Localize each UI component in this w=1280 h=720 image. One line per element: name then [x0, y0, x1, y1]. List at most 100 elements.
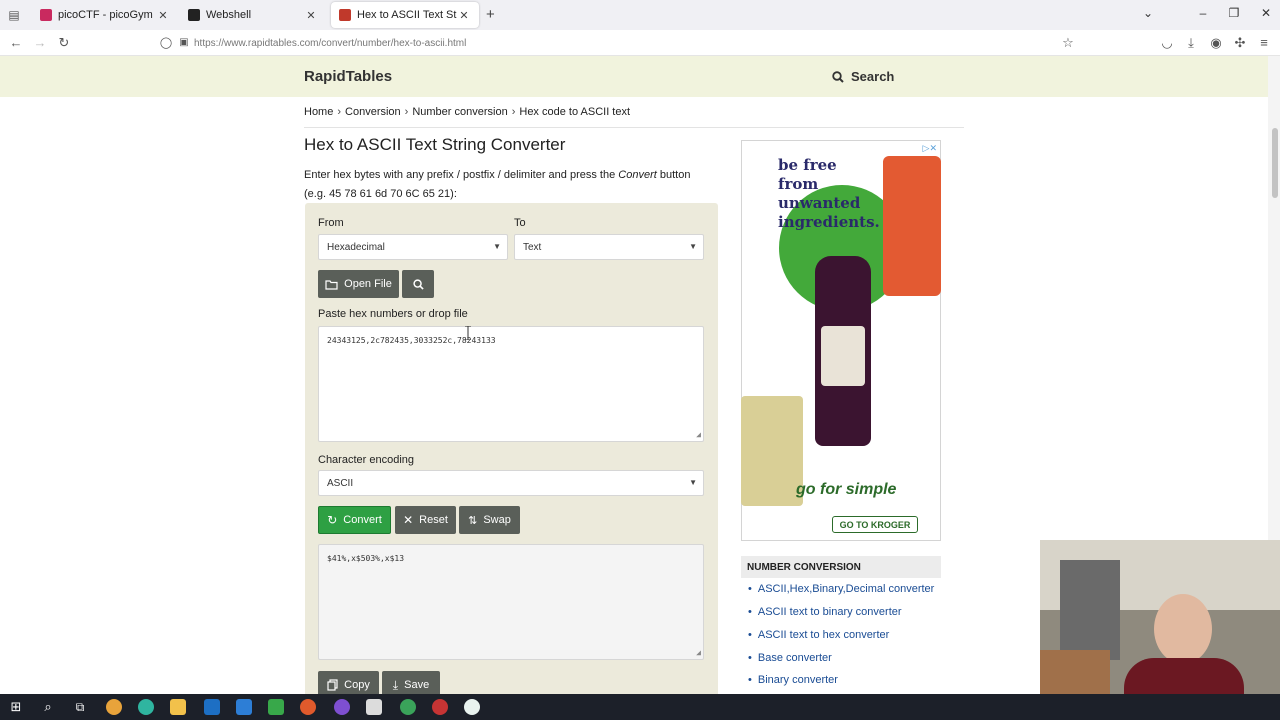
ad-mandarin-bag-image	[883, 156, 941, 296]
to-select[interactable]: Text ▼	[514, 234, 704, 260]
breadcrumb: Home › Conversion › Number conversion › Hex co…	[304, 106, 631, 118]
reset-label: Reset	[419, 514, 448, 526]
task-view-icon[interactable]: ⧉	[72, 699, 88, 715]
encoding-select[interactable]: ASCII ▼	[318, 470, 704, 496]
new-tab-icon[interactable]: +	[486, 6, 495, 23]
lock-icon[interactable]: ▣	[176, 35, 192, 51]
downloads-icon[interactable]: ⤓	[1183, 35, 1199, 51]
outlook-icon[interactable]	[204, 699, 220, 715]
account-icon[interactable]: ◉	[1208, 35, 1224, 51]
open-file-button[interactable]: Open File	[318, 270, 399, 298]
ad-headline-text: be free from unwanted ingredients.	[778, 156, 880, 231]
paste-label: Paste hex numbers or drop file	[318, 308, 468, 320]
sidebar-heading: NUMBER CONVERSION	[741, 556, 941, 578]
ad-tagline: go for simple	[796, 481, 897, 498]
breadcrumb-number-conversion[interactable]: Number conversion	[412, 106, 507, 118]
sidebar-link[interactable]: • Binary converter	[748, 674, 838, 686]
ad-cta-button[interactable]: GO TO KROGER	[832, 516, 918, 533]
edge-icon[interactable]	[138, 699, 154, 715]
search-button[interactable]: Search	[832, 69, 894, 84]
minimize-icon[interactable]: –	[1195, 6, 1211, 20]
os-taskbar: ⊞ ⌕ ⧉	[0, 694, 1280, 720]
adchoices-icon[interactable]: ▷✕	[923, 143, 937, 154]
bullet-icon: •	[748, 674, 752, 686]
from-select[interactable]: Hexadecimal ▼	[318, 234, 508, 260]
taskbar-search-icon[interactable]: ⌕	[40, 699, 56, 715]
intro-example: (e.g. 45 78 61 6d 70 6C 65 21):	[304, 188, 457, 200]
extensions-icon[interactable]: ✣	[1232, 35, 1248, 51]
to-select-value: Text	[523, 241, 542, 253]
back-arrow-icon[interactable]: ←	[8, 35, 24, 51]
reload-icon[interactable]: ↻	[56, 35, 72, 51]
site-header: RapidTables Search	[0, 56, 1268, 97]
chevron-down-icon: ▼	[689, 242, 697, 251]
tab-webshell[interactable]: Webshell ✕	[180, 2, 326, 28]
slack-icon[interactable]	[464, 699, 480, 715]
swap-label: Swap	[483, 514, 511, 526]
resize-handle-icon[interactable]: ◢	[696, 648, 701, 657]
reset-button[interactable]: ✕ Reset	[395, 506, 456, 534]
chrome-alt-icon[interactable]	[400, 699, 416, 715]
resize-handle-icon[interactable]: ◢	[696, 430, 701, 439]
browser-tab-bar: ▤ picoCTF - picoGym Challenges ✕ Webshel…	[0, 0, 1280, 30]
tab-title: picoCTF - picoGym Challenges	[58, 9, 156, 21]
tab-overflow-chevron-icon[interactable]: ⌄	[1140, 6, 1156, 20]
copy-button[interactable]: Copy	[318, 671, 379, 694]
intro-emphasis: Convert	[618, 169, 657, 181]
sidebar-link[interactable]: • ASCII text to hex converter	[748, 629, 889, 641]
swap-button[interactable]: ⇅ Swap	[459, 506, 520, 534]
bing-icon[interactable]	[236, 699, 252, 715]
search-label: Search	[851, 69, 895, 84]
tab-hex-to-ascii[interactable]: Hex to ASCII Text String Conve ✕	[331, 2, 479, 28]
browser-nav-bar: ← → ↻ ◯ ▣ https://www.rapidtables.com/co…	[0, 30, 1280, 56]
convert-button[interactable]: ↻ Convert	[318, 506, 391, 534]
save-button[interactable]: ⤓ Save	[382, 671, 440, 694]
bullet-icon: •	[748, 606, 752, 618]
tab-list-icon[interactable]: ▤	[6, 7, 22, 23]
app-icon[interactable]	[366, 699, 382, 715]
webcam-overlay	[1040, 540, 1280, 720]
forward-arrow-icon[interactable]: →	[32, 35, 48, 51]
bookmark-star-icon[interactable]: ☆	[1060, 35, 1076, 51]
breadcrumb-home[interactable]: Home	[304, 106, 333, 118]
store-icon[interactable]	[268, 699, 284, 715]
copy-icon	[327, 679, 338, 691]
save-label: Save	[404, 679, 430, 691]
breadcrumb-conversion[interactable]: Conversion	[345, 106, 401, 118]
hex-input-textarea[interactable]: 24343125,2c782435,3033252c,78243133 ◢	[318, 326, 704, 442]
open-file-label: Open File	[344, 278, 392, 290]
sidebar-link[interactable]: • Base converter	[748, 652, 832, 664]
tab-picoctf[interactable]: picoCTF - picoGym Challenges ✕	[32, 2, 178, 28]
chrome-icon[interactable]	[106, 699, 122, 715]
sidebar-link[interactable]: • ASCII text to binary converter	[748, 606, 902, 618]
shield-icon[interactable]: ◯	[158, 35, 174, 51]
close-tab-icon[interactable]: ✕	[156, 9, 170, 22]
file-explorer-icon[interactable]	[170, 699, 186, 715]
to-label: To	[514, 217, 526, 229]
encoding-select-value: ASCII	[327, 477, 354, 489]
recorder-icon[interactable]	[432, 699, 448, 715]
pocket-icon[interactable]: ◡	[1159, 35, 1175, 51]
windows-start-icon[interactable]: ⊞	[8, 699, 24, 715]
address-bar[interactable]: ◯ ▣ https://www.rapidtables.com/convert/…	[154, 32, 1084, 54]
swap-arrows-icon: ⇅	[468, 514, 478, 527]
chevron-down-icon: ▼	[493, 242, 501, 251]
ad-chips-bag-image	[741, 396, 803, 506]
scrollbar-thumb[interactable]	[1272, 128, 1278, 198]
teams-icon[interactable]	[334, 699, 350, 715]
close-tab-icon[interactable]: ✕	[457, 9, 471, 22]
search-icon	[832, 70, 844, 83]
sidebar-link-label: ASCII text to binary converter	[757, 606, 902, 618]
close-tab-icon[interactable]: ✕	[304, 9, 318, 22]
search-file-button[interactable]	[402, 270, 434, 298]
menu-icon[interactable]: ≡	[1256, 35, 1272, 51]
breadcrumb-current: Hex code to ASCII text	[519, 106, 631, 118]
close-window-icon[interactable]: ✕	[1258, 6, 1274, 20]
site-logo[interactable]: RapidTables	[304, 68, 392, 85]
firefox-icon[interactable]	[300, 699, 316, 715]
restore-icon[interactable]: ❐	[1226, 6, 1242, 20]
sidebar-link[interactable]: • ASCII,Hex,Binary,Decimal converter	[748, 583, 934, 595]
sidebar-link-label: Binary converter	[757, 674, 838, 686]
ad-juice-bottle-image	[815, 256, 871, 446]
text-output-textarea[interactable]: $41%,x$503%,x$13 ◢	[318, 544, 704, 660]
